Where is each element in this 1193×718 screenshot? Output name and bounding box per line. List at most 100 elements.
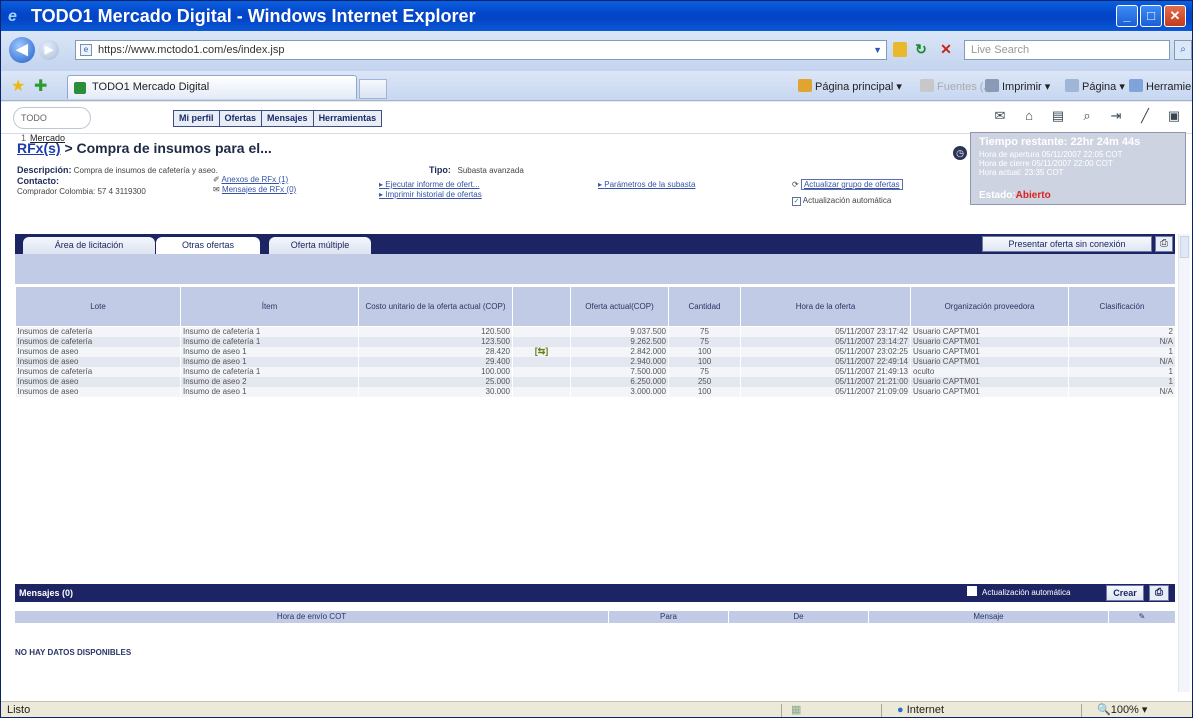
browser-tab[interactable]: TODO1 Mercado Digital	[67, 75, 357, 99]
table-cell: 100	[668, 356, 741, 367]
forward-button[interactable]: ▶	[39, 40, 59, 60]
home-button[interactable]: Página principal ▾	[798, 79, 902, 95]
pencil-icon: ✎	[1138, 612, 1146, 621]
column-header[interactable]: Oferta actual(COP)	[570, 286, 669, 327]
close-button[interactable]: ✕	[1164, 5, 1186, 27]
stop-button[interactable]: ✕	[936, 41, 956, 59]
column-header[interactable]: Clasificación	[1068, 286, 1176, 327]
table-row[interactable]: Insumos de aseo Insumo de aseo 1 29.400 2.9…	[15, 356, 1176, 367]
back-button[interactable]: ◀	[9, 37, 35, 63]
print-messages-button[interactable]: ⎙	[1149, 585, 1169, 601]
create-message-button[interactable]: Crear	[1106, 585, 1144, 601]
column-header[interactable]: Lote	[15, 286, 181, 327]
anexos-link[interactable]: Anexos de RFx (1)	[221, 175, 288, 184]
logout-icon[interactable]: ⇥	[1107, 108, 1125, 124]
tab-favicon-icon	[74, 82, 86, 94]
add-favorites-icon[interactable]: ✚	[34, 76, 47, 96]
rfx-breadcrumb-link[interactable]: RFx(s)	[17, 140, 61, 156]
search-input[interactable]: Live Search	[964, 40, 1170, 60]
lock-icon[interactable]	[893, 42, 907, 57]
table-cell: 9.037.500	[570, 326, 669, 337]
table-row[interactable]: Insumos de aseo Insumo de aseo 2 25.000 6.2…	[15, 376, 1176, 387]
table-row[interactable]: Insumos de cafetería Insumo de cafetería …	[15, 326, 1176, 337]
offline-offer-button[interactable]: Presentar oferta sin conexión	[982, 236, 1152, 252]
table-row[interactable]: Insumos de aseo Insumo de aseo 1 30.000 3.0…	[15, 386, 1176, 397]
swap-cell	[512, 386, 571, 397]
menu-mensajes[interactable]: Mensajes	[262, 111, 314, 126]
actualizar-link[interactable]: Actualizar grupo de ofertas	[800, 179, 903, 190]
internet-zone[interactable]: ● Internet	[897, 702, 944, 717]
minimize-button[interactable]: _	[1116, 5, 1138, 27]
table-cell: oculto	[910, 366, 1069, 377]
table-cell: Insumos de aseo	[15, 386, 181, 397]
swap-icon[interactable]: [⇆]	[535, 347, 549, 357]
maximize-button[interactable]: □	[1140, 5, 1162, 27]
messages-header: Hora de envío COT Para De Mensaje ✎	[15, 611, 1175, 623]
no-data-message: NO HAY DATOS DISPONIBLES	[15, 648, 132, 657]
print-button[interactable]: Imprimir ▾	[985, 79, 1050, 95]
current-time: Hora actual: 23:35 COT	[979, 168, 1064, 177]
column-header[interactable]: Organización proveedora	[910, 286, 1069, 327]
table-cell: 25.000	[358, 376, 513, 387]
zoom-level[interactable]: 🔍100% ▾	[1097, 702, 1147, 717]
status-bar: Listo ▦ ● Internet 🔍100% ▾	[1, 701, 1192, 717]
msg-col-time: Hora de envío COT	[15, 611, 609, 623]
collapse-icon[interactable]: ▣	[1165, 108, 1183, 124]
offers-table: Lote Ítem Costo unitario de la oferta actu…	[15, 286, 1176, 397]
table-cell: 100	[668, 346, 741, 357]
column-header[interactable]: Cantidad	[668, 286, 741, 327]
address-dropdown-icon[interactable]: ▼	[873, 41, 882, 59]
parametros-link[interactable]: Parámetros de la subasta	[598, 180, 695, 190]
column-header[interactable]	[512, 286, 571, 327]
table-cell: Insumo de aseo 1	[180, 346, 359, 357]
msg-col-to: Para	[609, 611, 729, 623]
status-text: Listo	[7, 704, 31, 716]
table-row[interactable]: Insumos de cafetería Insumo de cafetería …	[15, 366, 1176, 377]
search-docs-icon[interactable]: ⌕	[1078, 108, 1096, 124]
zone-icon: ▦	[791, 704, 802, 716]
ie-logo-icon: e	[8, 8, 17, 25]
menu-ofertas[interactable]: Ofertas	[219, 111, 263, 126]
help-icon[interactable]: ╱	[1136, 108, 1154, 124]
refresh-button[interactable]: ↻	[911, 41, 931, 59]
table-cell: 29.400	[358, 356, 513, 367]
address-input[interactable]: e https://www.mctodo1.com/es/index.jsp ▼	[75, 40, 887, 60]
mensajes-link[interactable]: Mensajes de RFx (0)	[222, 185, 296, 194]
table-cell: Usuario CAPTM01	[910, 356, 1069, 367]
table-row[interactable]: Insumos de aseo Insumo de aseo 1 28.420 [⇆]…	[15, 346, 1176, 357]
favorites-star-icon[interactable]: ★	[11, 76, 25, 96]
scroll-thumb[interactable]	[1180, 236, 1189, 258]
search-icon[interactable]: ⌕	[1174, 40, 1192, 60]
new-tab-button[interactable]	[359, 79, 387, 99]
auto-refresh-checkbox[interactable]: ✓	[792, 197, 801, 206]
tab-oferta-multiple[interactable]: Oferta múltiple	[269, 237, 371, 254]
home-icon[interactable]: ⌂	[1020, 108, 1038, 124]
table-cell: 3.000.000	[570, 386, 669, 397]
tab-otras-ofertas[interactable]: Otras ofertas	[156, 237, 260, 254]
printer-icon	[985, 79, 999, 92]
column-header[interactable]: Costo unitario de la oferta actual (COP)	[358, 286, 513, 327]
table-cell: Insumos de aseo	[15, 376, 181, 387]
tools-menu[interactable]: Herramientas	[1129, 79, 1192, 95]
table-row[interactable]: Insumos de cafetería Insumo de cafetería …	[15, 336, 1176, 347]
feeds-button[interactable]: Fuentes (J)	[920, 79, 993, 95]
column-header[interactable]: Hora de la oferta	[740, 286, 911, 327]
rfx-params: Parámetros de la subasta	[598, 180, 695, 190]
table-cell: 05/11/2007 23:14:27	[740, 336, 911, 347]
auto-refresh-checkbox-2[interactable]	[967, 586, 977, 596]
table-cell: N/A	[1068, 356, 1176, 367]
informe-link[interactable]: Ejecutar informe de ofert...	[379, 180, 482, 190]
mail-icon[interactable]: ✉	[991, 108, 1009, 124]
menu-mi-perfil[interactable]: Mi perfil	[174, 111, 220, 126]
menu-herramientas[interactable]: Herramientas	[313, 111, 382, 126]
refresh-group-icon: ⟳	[792, 180, 799, 189]
historial-link[interactable]: Imprimir historial de ofertas	[379, 190, 481, 200]
tab-area-licitacion[interactable]: Área de licitación	[23, 237, 155, 254]
page-menu[interactable]: Página ▾	[1065, 79, 1125, 95]
print-grid-button[interactable]: ⎙	[1155, 236, 1173, 252]
grid-scrollbar[interactable]	[1178, 234, 1190, 692]
table-cell: Insumos de aseo	[15, 346, 181, 357]
messages-auto-refresh[interactable]: Actualización automática	[967, 584, 1071, 602]
column-header[interactable]: Ítem	[180, 286, 359, 327]
document-icon[interactable]: ▤	[1049, 108, 1067, 124]
